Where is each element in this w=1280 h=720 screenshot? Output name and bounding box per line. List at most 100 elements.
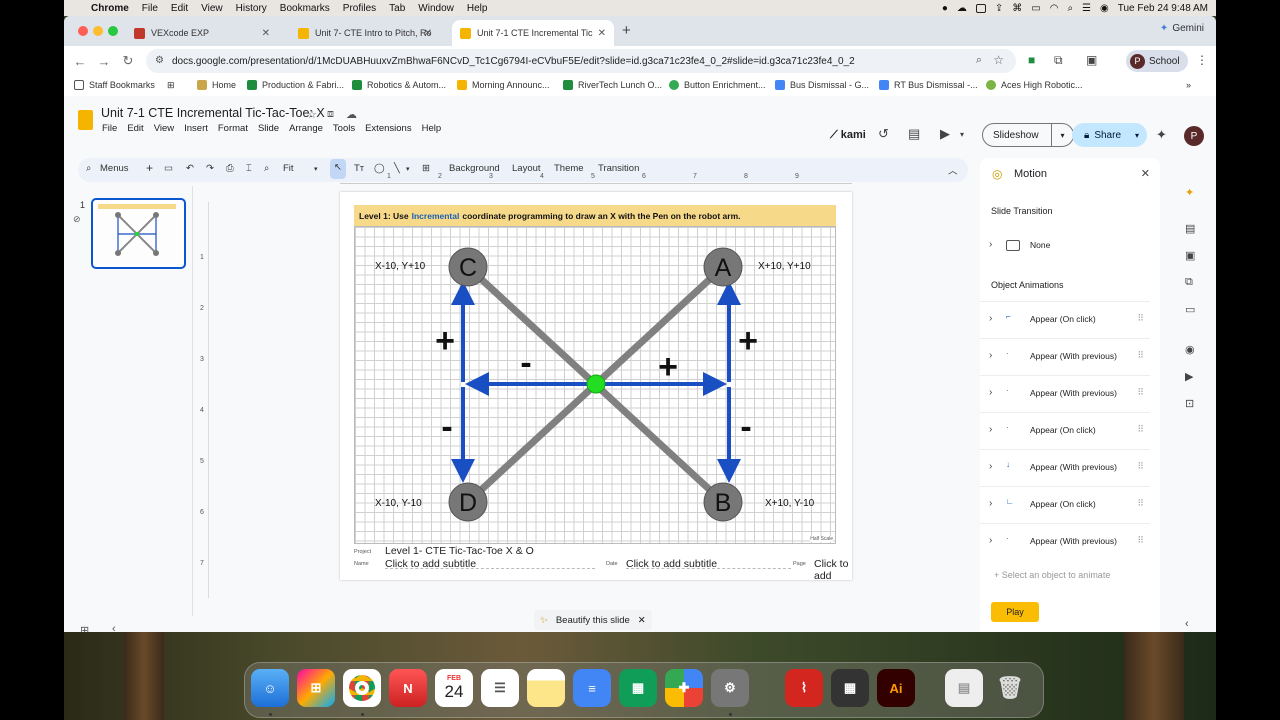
drag-handle-icon[interactable]: ⠿ [1137, 424, 1144, 435]
keep-icon[interactable]: ▤ [1185, 222, 1195, 235]
slideshow-button[interactable]: Slideshow ▾ [982, 123, 1074, 147]
chevron-right-icon[interactable]: › [989, 350, 992, 361]
news-icon[interactable]: N [389, 669, 427, 707]
google-apps-icon[interactable]: ✚ [665, 669, 703, 707]
animation-row[interactable]: › ↓ Appear (With previous) ⠿ [980, 449, 1150, 485]
animation-row[interactable]: › · Appear (With previous) ⠿ [980, 375, 1150, 411]
menu-help[interactable]: Help [422, 123, 442, 134]
chevron-right-icon[interactable]: › [989, 498, 992, 509]
motion-rail-icon[interactable]: ✦ [1185, 186, 1194, 199]
tab-unit7-intro[interactable]: Unit 7- CTE Intro to Pitch, Ro ✕ [290, 20, 440, 46]
video-icon[interactable]: ▶ [1185, 370, 1193, 383]
finder-icon[interactable]: ☺ [251, 669, 289, 707]
chrome-menu-icon[interactable]: ⋮ [1196, 53, 1208, 67]
notes-icon[interactable] [527, 669, 565, 707]
tab-close-icon[interactable]: ✕ [598, 28, 606, 39]
chrome-icon[interactable] [343, 669, 381, 707]
menubar-item-help[interactable]: Help [467, 3, 488, 14]
beautify-chip[interactable]: ✨︎ Beautify this slide ✕ [534, 610, 652, 630]
trash-icon[interactable]: 🗑︎ [991, 669, 1029, 707]
calculator-icon[interactable]: ▦ [831, 669, 869, 707]
tab-close-icon[interactable]: ✕ [262, 28, 270, 39]
drive-icon[interactable]: ▭ [1185, 303, 1195, 316]
version-history-icon[interactable]: ↺ [878, 126, 889, 142]
center-point[interactable] [586, 374, 606, 394]
extensions-icon[interactable]: ⧉ [1054, 53, 1063, 68]
redo-icon[interactable]: ↷ [206, 163, 214, 174]
menubar-clock[interactable]: Tue Feb 24 9:48 AM [1118, 3, 1208, 14]
new-slide-layout-icon[interactable]: ▭ [164, 163, 173, 174]
drag-handle-icon[interactable]: ⠿ [1137, 313, 1144, 324]
slideshow-dropdown-icon[interactable]: ▾ [1051, 124, 1073, 146]
drag-handle-icon[interactable]: ⠿ [1137, 498, 1144, 509]
illustrator-icon[interactable]: Ai [877, 669, 915, 707]
bookmark-home[interactable]: Home [197, 80, 236, 90]
grid-view-icon[interactable]: ⊞ [80, 624, 89, 632]
menu-arrange[interactable]: Arrange [289, 123, 323, 134]
bookmark-robotics[interactable]: Robotics & Autom... [352, 80, 446, 90]
menubar-item-bookmarks[interactable]: Bookmarks [280, 3, 330, 14]
siri-icon[interactable]: ◉ [1100, 3, 1109, 14]
menu-edit[interactable]: Edit [127, 123, 143, 134]
menubar-item-window[interactable]: Window [418, 3, 454, 14]
search-menus-icon[interactable]: ⌕ [86, 163, 91, 174]
project-title[interactable]: Level 1- CTE Tic-Tac-Toe X & O [385, 545, 534, 557]
paint-format-icon[interactable]: ⌶ [246, 163, 252, 174]
menubar-item-profiles[interactable]: Profiles [343, 3, 376, 14]
upload-icon[interactable]: ⇪ [995, 3, 1003, 14]
close-icon[interactable]: ✕ [1141, 167, 1150, 180]
wifi-icon[interactable]: ◠ [1050, 3, 1059, 14]
reload-icon[interactable]: ↻ [116, 53, 140, 69]
bookmark-morning[interactable]: Morning Announc... [457, 80, 550, 90]
menu-view[interactable]: View [154, 123, 174, 134]
collapse-toolbar-icon[interactable]: ︿ [948, 163, 958, 177]
spotlight-search-icon[interactable]: ⌕ [1067, 3, 1073, 14]
animation-row[interactable]: › ⌐ Appear (On click) ⠿ [980, 301, 1150, 337]
search-menus[interactable]: Menus [100, 163, 129, 174]
creative-cloud-icon[interactable]: ☁ [957, 3, 967, 14]
language-icon[interactable]: ⌘ [1012, 3, 1022, 14]
window-close-button[interactable] [78, 26, 88, 36]
bookmark-aces[interactable]: Aces High Robotic... [986, 80, 1083, 90]
acrobat-icon[interactable]: ⌇ [785, 669, 823, 707]
zoom-icon[interactable]: ⌕ [976, 54, 982, 67]
battery-icon[interactable]: ▭ [1031, 3, 1040, 14]
sheets-extension-icon[interactable]: ■ [1028, 53, 1035, 67]
animation-row[interactable]: › · Appear (With previous) ⠿ [980, 338, 1150, 374]
tab-vexcode[interactable]: VEXcode EXP ✕ [126, 20, 278, 46]
kami-button[interactable]: ⟋ kami [830, 129, 866, 142]
window-minimize-button[interactable] [93, 26, 103, 36]
bookmark-production[interactable]: Production & Fabri... [247, 80, 344, 90]
launchpad-icon[interactable]: ⊞ [297, 669, 335, 707]
new-tab-button[interactable]: + [622, 22, 631, 39]
collapse-panel-icon[interactable]: ‹ [1185, 618, 1189, 630]
menu-slide[interactable]: Slide [258, 123, 279, 134]
record-icon[interactable]: ◉ [1185, 343, 1195, 356]
cloud-status-icon[interactable]: ☁ [346, 108, 357, 121]
zoom-icon[interactable]: ⌕ [264, 163, 269, 174]
coordinate-grid[interactable]: C A D B + + - + - - X-10, Y+10 X+10, Y+1… [354, 226, 836, 544]
apps-grid-icon[interactable]: ⊞ [167, 80, 175, 91]
gemini-sparkle-icon[interactable]: ✦ [1156, 127, 1167, 143]
menu-file[interactable]: File [102, 123, 117, 134]
site-settings-icon[interactable]: ⚙ [155, 55, 164, 66]
slide-thumbnail[interactable] [91, 198, 186, 269]
record-icon[interactable]: ● [942, 3, 948, 14]
menubar-app-name[interactable]: Chrome [91, 3, 129, 14]
menubar-item-tab[interactable]: Tab [389, 3, 405, 14]
chevron-right-icon[interactable]: › [989, 387, 992, 398]
menu-extensions[interactable]: Extensions [365, 123, 411, 134]
control-center-icon[interactable]: ☰ [1082, 3, 1091, 14]
menu-tools[interactable]: Tools [333, 123, 355, 134]
drag-handle-icon[interactable]: ⠿ [1137, 387, 1144, 398]
tab-unit7-incremental[interactable]: Unit 7-1 CTE Incremental Tic ✕ [452, 20, 614, 46]
reminders-icon[interactable]: ☰ [481, 669, 519, 707]
menubar-item-history[interactable]: History [236, 3, 267, 14]
forward-icon[interactable]: → [92, 54, 116, 69]
instruction-banner[interactable]: Level 1: Use Incremental coordinate prog… [354, 205, 836, 226]
chevron-right-icon[interactable]: › [989, 239, 992, 250]
slides-logo-icon[interactable] [78, 110, 93, 130]
bookmark-rt-bus[interactable]: RT Bus Dismissal -... [879, 80, 978, 90]
address-bar[interactable]: ⚙ docs.google.com/presentation/d/1McDUAB… [146, 49, 1016, 73]
account-avatar[interactable]: P [1184, 126, 1204, 146]
